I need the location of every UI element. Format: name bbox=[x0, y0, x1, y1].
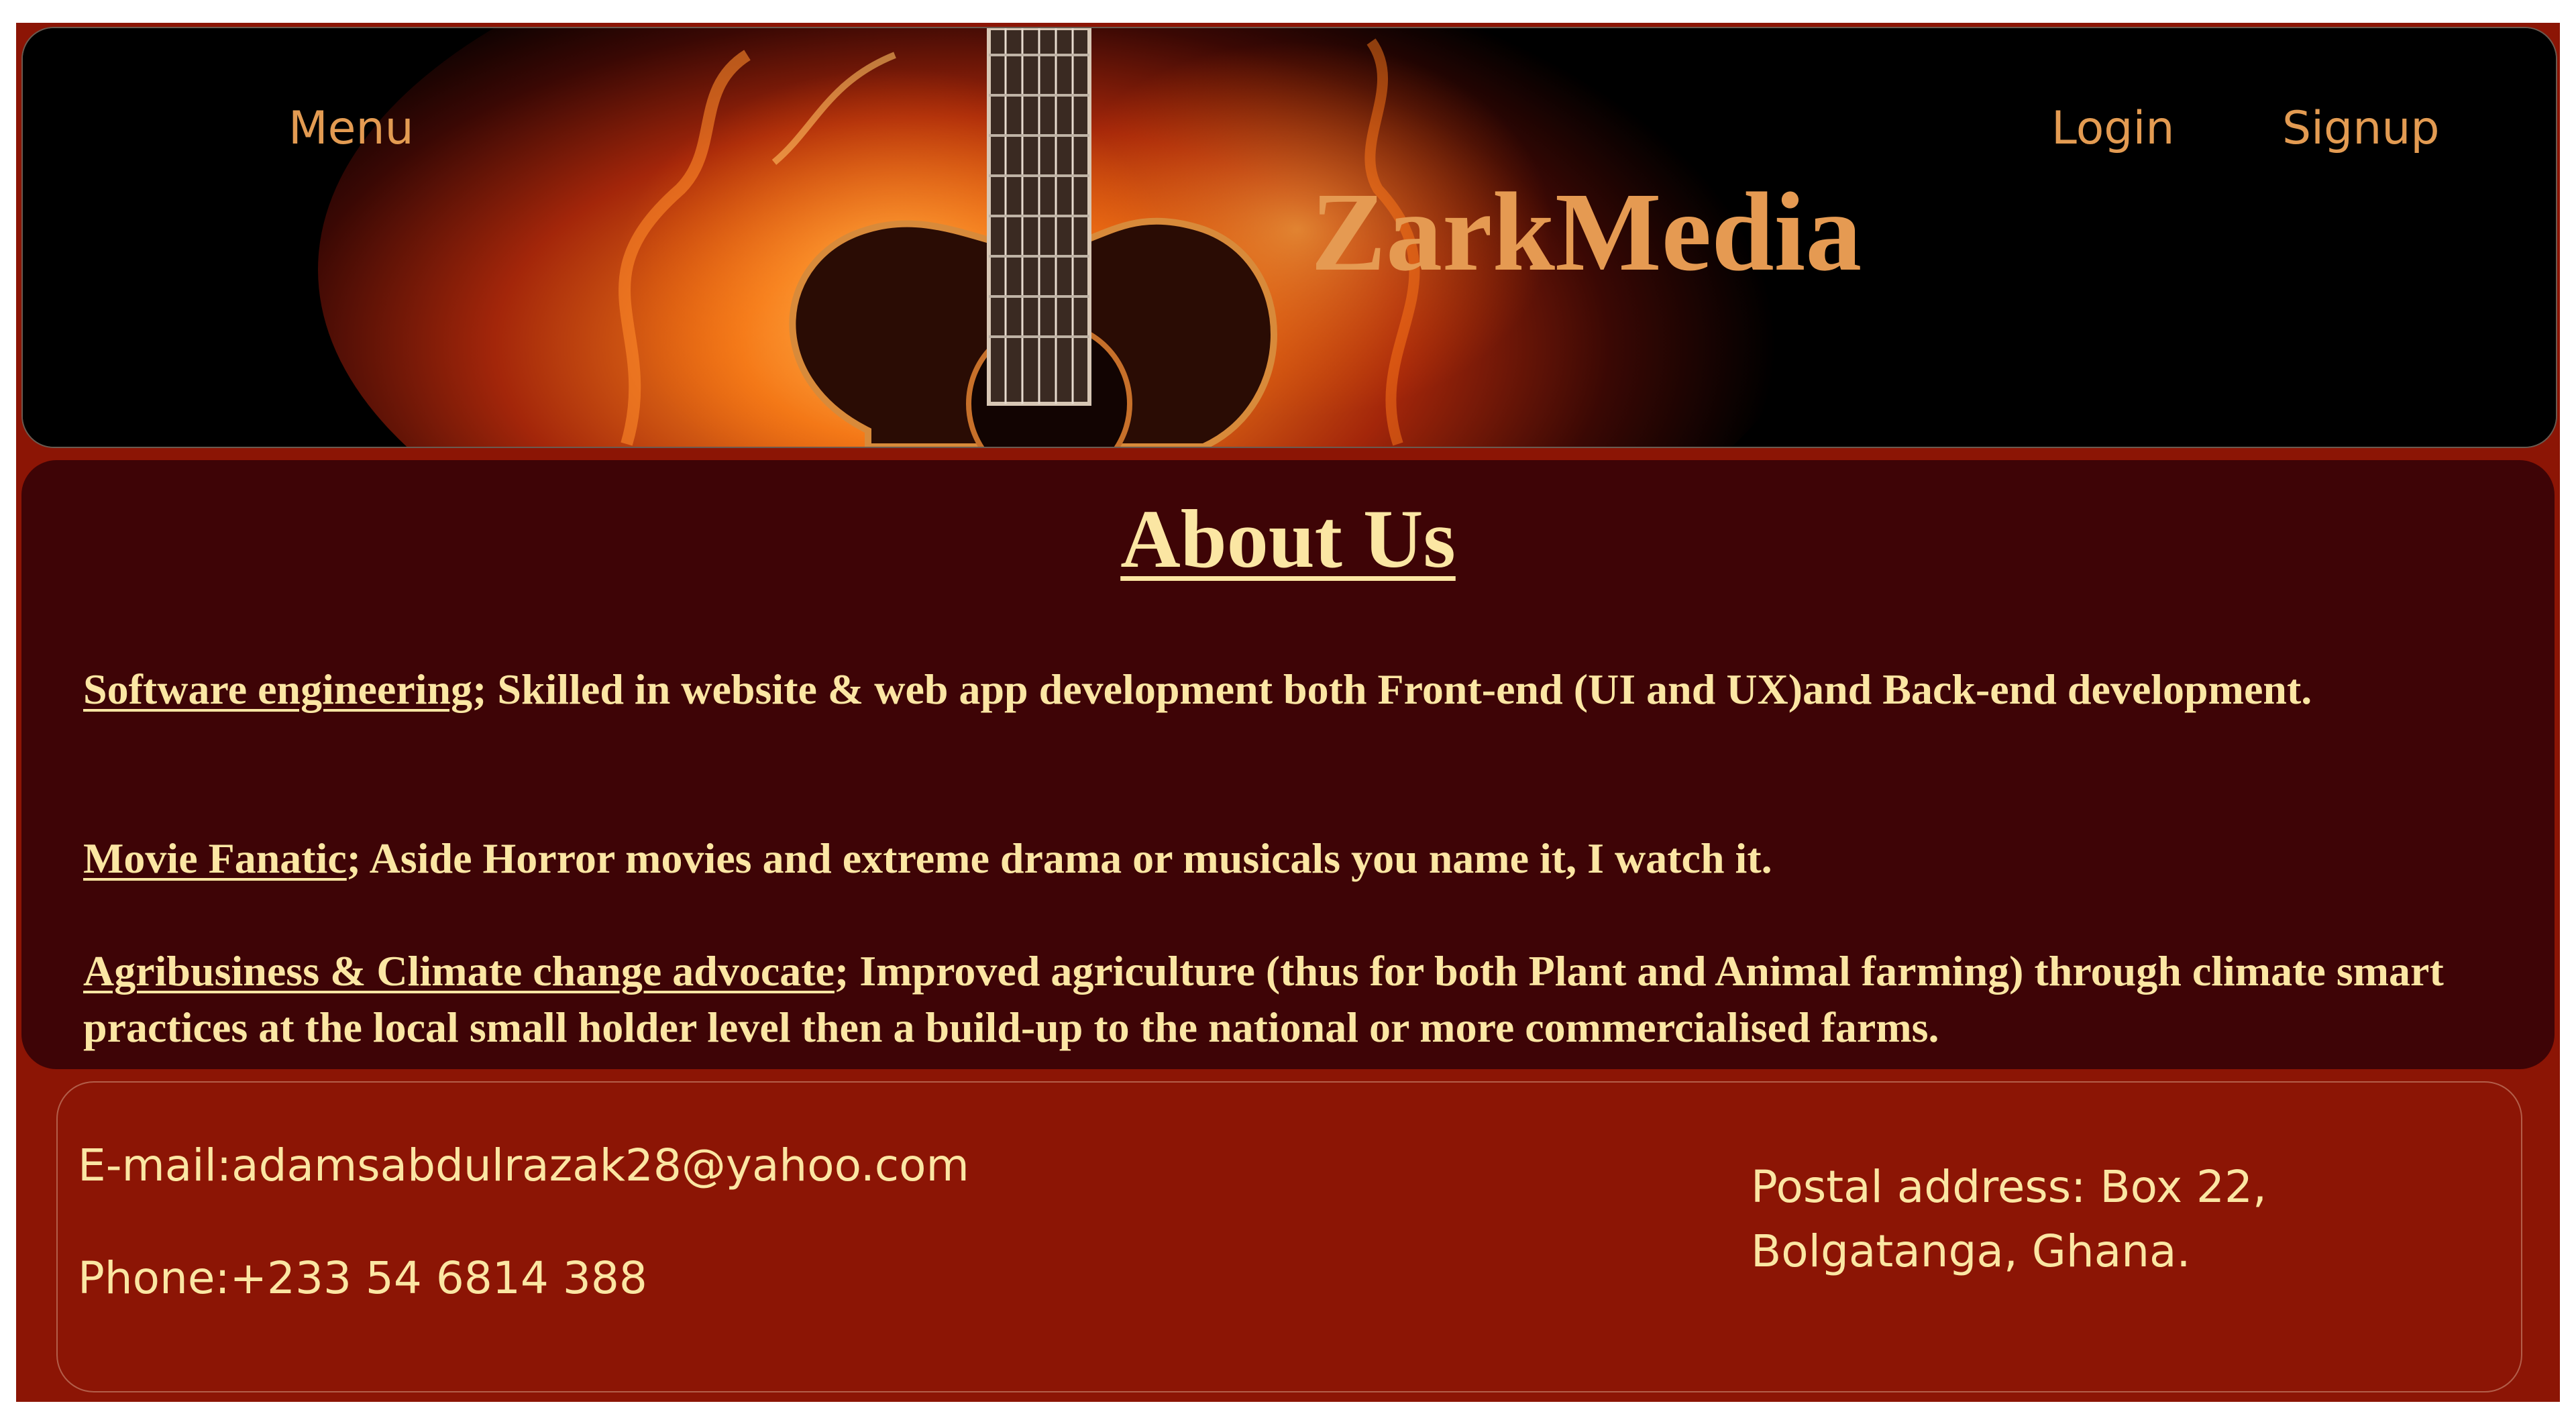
about-item-text: ; Aside Horror movies and extreme drama … bbox=[346, 834, 1772, 882]
about-item-lead: Software engineering bbox=[83, 665, 473, 713]
site-header: Menu Login Signup ZarkMedia bbox=[21, 27, 2557, 448]
postal-address: Postal address: Box 22, Bolgatanga, Ghan… bbox=[1751, 1161, 2267, 1277]
email-text: E-mail:adamsabdulrazak28@yahoo.com bbox=[78, 1140, 969, 1191]
about-item-agribusiness: Agribusiness & Climate change advocate; … bbox=[83, 943, 2512, 1056]
login-link[interactable]: Login bbox=[2051, 102, 2174, 155]
about-heading: About Us bbox=[21, 493, 2555, 585]
about-item-movie: Movie Fanatic; Aside Horror movies and e… bbox=[83, 830, 2512, 887]
about-title: About Us bbox=[1120, 493, 1456, 585]
phone-text: Phone:+233 54 6814 388 bbox=[78, 1252, 647, 1304]
menu-link[interactable]: Menu bbox=[288, 102, 414, 155]
about-item-text: ; Skilled in website & web app developme… bbox=[472, 665, 2312, 713]
brand-title: ZarkMedia bbox=[1311, 170, 1862, 294]
about-section: About Us Software engineering; Skilled i… bbox=[21, 460, 2555, 1069]
page: Menu Login Signup ZarkMedia About Us Sof… bbox=[16, 23, 2560, 1402]
contact-section: E-mail:adamsabdulrazak28@yahoo.com Phone… bbox=[56, 1081, 2522, 1392]
signup-link[interactable]: Signup bbox=[2282, 102, 2440, 155]
about-item-lead: Agribusiness & Climate change advocate bbox=[83, 947, 835, 995]
about-item-lead: Movie Fanatic bbox=[83, 834, 347, 882]
about-item-software: Software engineering; Skilled in website… bbox=[83, 661, 2512, 718]
banner-image bbox=[23, 28, 2556, 447]
